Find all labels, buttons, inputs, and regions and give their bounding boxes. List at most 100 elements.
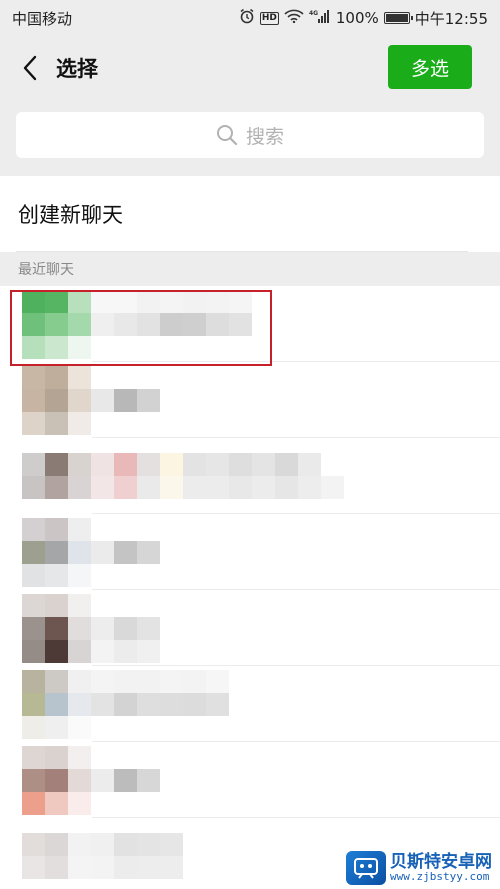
redacted-pixel [321, 476, 344, 499]
chat-list-item[interactable] [0, 742, 500, 818]
chat-list-item[interactable] [0, 666, 500, 742]
battery-percent: 100% [335, 9, 379, 27]
redacted-pixel [91, 476, 114, 499]
redacted-pixel [22, 769, 45, 792]
redacted-pixel [45, 313, 68, 336]
redacted-pixel [68, 716, 91, 739]
redacted-pixel [137, 833, 160, 856]
redacted-pixel [183, 453, 206, 476]
search-icon [216, 125, 238, 146]
redacted-pixel [45, 670, 68, 693]
redacted-pixel [68, 856, 91, 879]
redacted-pixel [137, 453, 160, 476]
redacted-pixel [114, 856, 137, 879]
redacted-pixel [114, 693, 137, 716]
redacted-pixel [206, 290, 229, 313]
watermark-title: 贝斯特安卓网 [390, 851, 492, 872]
redacted-pixel [91, 389, 114, 412]
redacted-pixel [68, 594, 91, 617]
redacted-pixel [68, 336, 91, 359]
redacted-pixel [91, 313, 114, 336]
redacted-pixel [137, 476, 160, 499]
status-bar: 中国移动 HD 4G 100% 中午12:55 [0, 0, 500, 36]
redacted-pixel [160, 833, 183, 856]
chat-list-item[interactable] [0, 438, 500, 514]
redacted-pixel [22, 412, 45, 435]
redacted-pixel [22, 594, 45, 617]
redacted-pixel [183, 476, 206, 499]
chevron-left-icon [23, 55, 37, 81]
redacted-pixel [22, 476, 45, 499]
page-title: 选择 [56, 57, 98, 81]
redacted-pixel [45, 833, 68, 856]
status-icons: HD 4G 100% 中午12:55 [239, 8, 488, 29]
chat-list-item[interactable] [0, 362, 500, 438]
redacted-pixel [229, 453, 252, 476]
redacted-pixel [45, 856, 68, 879]
redacted-pixel [91, 453, 114, 476]
redacted-pixel [137, 670, 160, 693]
chat-list-item[interactable] [0, 286, 500, 362]
redacted-pixel [137, 541, 160, 564]
redacted-pixel [22, 453, 45, 476]
redacted-pixel [160, 313, 183, 336]
redacted-pixel [160, 476, 183, 499]
redacted-pixel [137, 769, 160, 792]
redacted-pixel [114, 290, 137, 313]
redacted-pixel [275, 453, 298, 476]
redacted-pixel [275, 476, 298, 499]
redacted-pixel [22, 716, 45, 739]
watermark-url: www.zjbstyy.com [390, 870, 490, 884]
search-input[interactable]: 搜索 [16, 112, 484, 158]
redacted-pixel [45, 769, 68, 792]
hd-icon: HD [259, 11, 279, 25]
redacted-pixel [206, 670, 229, 693]
redacted-pixel [229, 290, 252, 313]
redacted-pixel [68, 290, 91, 313]
redacted-pixel [68, 833, 91, 856]
redacted-pixel [298, 453, 321, 476]
create-new-chat-button[interactable]: 创建新聊天 [0, 176, 500, 252]
battery-icon [383, 12, 413, 24]
redacted-pixel [22, 856, 45, 879]
recent-chat-list [0, 286, 500, 889]
redacted-pixel [22, 389, 45, 412]
redacted-pixel [114, 833, 137, 856]
carrier-name: 中国移动 [12, 9, 73, 28]
redacted-pixel [45, 746, 68, 769]
redacted-pixel [114, 670, 137, 693]
redacted-pixel [206, 453, 229, 476]
redacted-pixel [68, 518, 91, 541]
redacted-pixel [183, 670, 206, 693]
redacted-pixel [45, 453, 68, 476]
redacted-pixel [91, 670, 114, 693]
redacted-pixel [68, 564, 91, 587]
redacted-pixel [91, 617, 114, 640]
redacted-pixel [68, 792, 91, 815]
back-button[interactable] [6, 44, 54, 92]
redacted-pixel [45, 290, 68, 313]
svg-text:4G: 4G [309, 10, 318, 17]
redacted-pixel [229, 476, 252, 499]
watermark: 贝斯特安卓网 www.zjbstyy.com [346, 851, 492, 885]
chat-list-item[interactable] [0, 590, 500, 666]
redacted-pixel [114, 453, 137, 476]
redacted-pixel [137, 389, 160, 412]
multi-select-button[interactable]: 多选 [388, 45, 472, 89]
redacted-pixel [137, 617, 160, 640]
redacted-pixel [183, 693, 206, 716]
redacted-pixel [206, 313, 229, 336]
redacted-pixel [68, 746, 91, 769]
redacted-pixel [45, 336, 68, 359]
redacted-pixel [206, 693, 229, 716]
redacted-pixel [68, 453, 91, 476]
redacted-pixel [45, 564, 68, 587]
redacted-pixel [137, 290, 160, 313]
redacted-pixel [114, 313, 137, 336]
chat-list-item[interactable] [0, 514, 500, 590]
redacted-pixel [298, 476, 321, 499]
redacted-pixel [22, 564, 45, 587]
redacted-pixel [45, 640, 68, 663]
redacted-pixel [22, 792, 45, 815]
redacted-pixel [68, 412, 91, 435]
